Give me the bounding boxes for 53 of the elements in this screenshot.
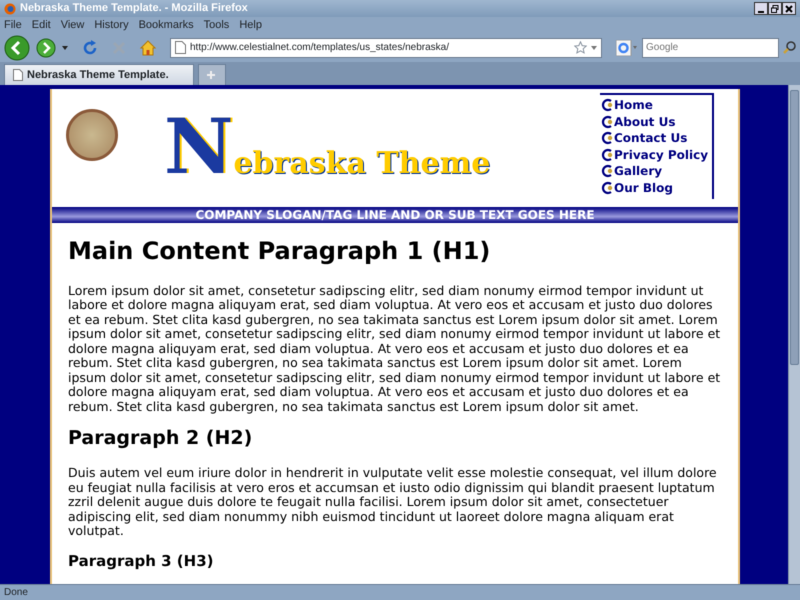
nav-link[interactable]: Home — [614, 97, 653, 114]
dropdown-icon[interactable] — [591, 46, 597, 50]
ring-bullet-icon — [600, 98, 614, 112]
menu-item[interactable]: File — [4, 16, 22, 34]
ring-bullet-icon — [600, 164, 614, 178]
menu-item[interactable]: Bookmarks — [138, 16, 194, 34]
heading: Paragraph 2 (H2) — [68, 427, 254, 450]
nav-link[interactable]: Gallery — [614, 163, 662, 180]
close-button[interactable] — [782, 2, 796, 15]
search-icon[interactable] — [783, 41, 796, 54]
ring-bullet-icon — [600, 148, 614, 162]
scrollbar[interactable] — [788, 85, 800, 584]
heading: Main Content Paragraph 1 (H1) — [68, 237, 492, 266]
restore-icon — [771, 4, 779, 13]
minimize-button[interactable] — [754, 2, 768, 15]
status-text: Done — [4, 586, 28, 600]
page-icon — [13, 69, 23, 81]
address-bar[interactable]: http://www.celestialnet.com/templates/us_states/nebraska/ — [170, 38, 602, 58]
menu-item[interactable]: Tools — [204, 16, 230, 34]
home-icon[interactable] — [140, 40, 156, 56]
scrollbar-thumb[interactable] — [790, 90, 799, 365]
paragraph: Duis autem vel eum iriure dolor in hendrerit in vulputate velit esse molestie consequat, vel illum dolore eu feugiat nulla facilisis at vero eros et accumsan et iusto odio dignissim qui blandit praesent luptatum zzril delenit augue duis dolore te feugait nulla facilisi. Lorem ipsum dolor sit amet, consectetuer adipiscing elit, sed diam nonummy nibh euismod tincidunt ut laoreet dolore magna aliquam erat volutpat. — [68, 466, 718, 539]
plus-icon — [207, 71, 215, 79]
menu-item[interactable]: Edit — [32, 16, 51, 34]
nav-link[interactable]: Privacy Policy — [614, 146, 708, 163]
state-seal-drawing — [66, 109, 118, 161]
restore-button[interactable] — [768, 2, 782, 15]
page-icon — [175, 41, 186, 54]
menu-item[interactable]: History — [94, 16, 129, 34]
menu-item[interactable]: View — [60, 16, 84, 34]
ring-bullet-icon — [600, 131, 614, 146]
nav-link[interactable]: Our Blog — [614, 180, 673, 196]
search-engine-icon[interactable] — [616, 40, 638, 56]
history-dropdown-icon[interactable] — [62, 46, 68, 50]
star-icon[interactable] — [574, 41, 587, 54]
nav-link[interactable]: About Us — [614, 114, 676, 130]
forward-button[interactable] — [36, 38, 56, 58]
minimize-icon — [758, 11, 764, 14]
ring-bullet-icon — [600, 180, 614, 195]
back-button[interactable] — [4, 34, 30, 60]
slogan-banner: COMPANY SLOGAN/TAG LINE AND OR SUB TEXT GOES HERE — [52, 207, 738, 223]
window-title: Nebraska Theme Template. - Mozilla Firefox — [20, 1, 248, 16]
firefox-icon — [4, 2, 16, 14]
paragraph: Lorem ipsum dolor sit amet, consetetur sadipscing elitr, sed diam nonumy eirmod tempor invidunt ut labore et dolore magna aliquyam erat, sed diam voluptua. At vero eos et accusam et justo duo dolores et ea rebum. Stet clita kasd gubergren, no sea takimata sanctus est Lorem ipsum dolor sit amet. Lorem ipsum dolor sit amet, consetetur sadipscing elitr, sed diam nonumy eirmod tempor invidunt ut labore et dolore magna aliquyam erat, sed diam voluptua. At vero eos et accusam et justo duo dolores et ea rebum. Stet clita kasd gubergren, no sea takimata sanctus est Lorem ipsum dolor sit amet. Lorem ipsum dolor sit amet, consetetur sadipscing elitr, sed diam nonumy eirmod tempor invidunt ut labore et dolore magna aliquyam erat, sed diam voluptua. At vero eos et accusam et justo duo dolores et ea rebum. Stet clita kasd gubergren, no sea takimata sanctus est Lorem ipsum dolor sit amet. — [68, 284, 722, 414]
reload-icon[interactable] — [82, 40, 98, 56]
browser-tab[interactable]: Nebraska Theme Template. — [4, 64, 194, 85]
new-tab-button[interactable] — [198, 64, 226, 85]
search-field[interactable]: Google — [642, 38, 779, 58]
heading: Paragraph 3 (H3) — [68, 552, 214, 570]
nav-link[interactable]: Contact Us — [614, 130, 688, 146]
ring-bullet-icon — [600, 114, 614, 129]
close-icon — [785, 4, 793, 13]
menu-item[interactable]: Help — [239, 16, 262, 34]
